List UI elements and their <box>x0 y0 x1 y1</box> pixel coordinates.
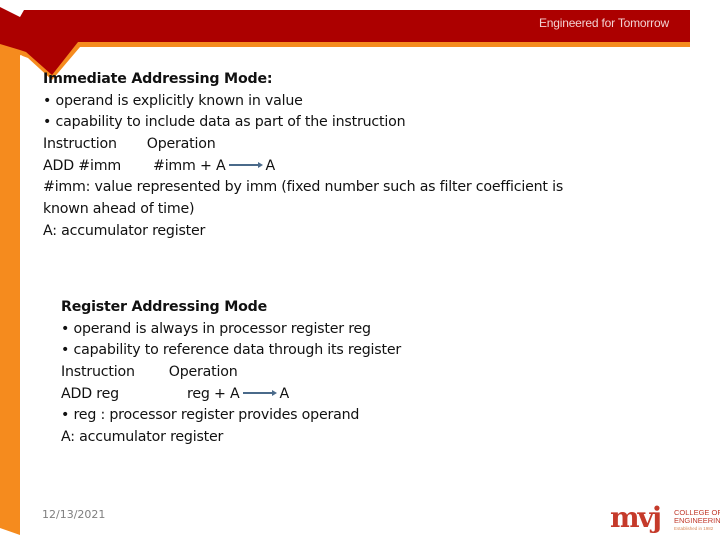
note-line: A: accumulator register <box>61 429 224 446</box>
slide-date: 12/13/2021 <box>42 508 106 521</box>
logo-text: COLLEGE OF ENGINEERING Established in 19… <box>674 509 720 533</box>
table-header-row: Instruction Operation <box>61 362 401 384</box>
arrow-right-icon <box>229 159 264 169</box>
note-line: A: accumulator register <box>43 222 206 239</box>
section-title: Register Addressing Mode <box>61 299 268 315</box>
instruction-header: Instruction <box>61 364 135 381</box>
note-line: • reg : processor register provides oper… <box>61 407 360 424</box>
bullet-item: • capability to reference data through i… <box>61 342 402 359</box>
header-tagline: Engineered for Tomorrow <box>539 16 669 30</box>
operation-header: Operation <box>168 364 238 381</box>
section-title: Immediate Addressing Mode: <box>43 71 273 87</box>
instruction-header: Instruction <box>43 136 117 153</box>
bullet-item: • operand is explicitly known in value <box>43 92 303 109</box>
instruction-cell: ADD reg <box>61 385 119 402</box>
logo-mark: mvj <box>610 501 662 534</box>
register-addressing-section: Register Addressing Mode • operand is al… <box>61 297 401 449</box>
college-logo: mvj COLLEGE OF ENGINEERING Established i… <box>610 501 720 540</box>
arrow-right-icon <box>243 387 278 397</box>
operation-result: A <box>265 157 275 174</box>
logo-line2: ENGINEERING <box>674 516 720 525</box>
note-line: #imm: value represented by imm (fixed nu… <box>43 179 564 196</box>
table-header-row: Instruction Operation <box>43 134 563 156</box>
immediate-addressing-section: Immediate Addressing Mode: • operand is … <box>43 69 563 243</box>
bullet-item: • operand is always in processor registe… <box>61 320 371 337</box>
instruction-row: ADD #imm #imm + A A <box>43 156 563 178</box>
bullet-item: • capability to include data as part of … <box>43 114 406 131</box>
instruction-cell: ADD #imm <box>43 157 121 174</box>
operation-lhs: reg + A <box>187 385 240 402</box>
operation-header: Operation <box>146 136 216 153</box>
operation-lhs: #imm + A <box>153 157 226 174</box>
logo-line3: Established in 1982 <box>674 526 714 531</box>
note-line: known ahead of time) <box>43 201 195 218</box>
left-orange-strip <box>0 47 20 535</box>
operation-result: A <box>279 385 289 402</box>
instruction-row: ADD reg reg + A A <box>61 384 401 406</box>
